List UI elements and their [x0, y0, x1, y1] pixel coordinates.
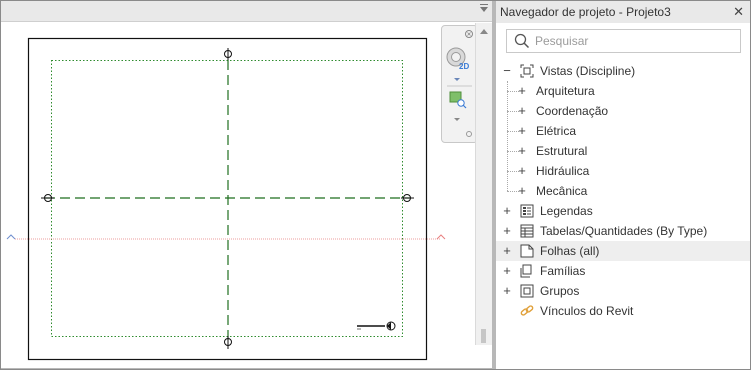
- expand-toggle[interactable]: +: [516, 81, 528, 101]
- sheet-icon: [520, 244, 534, 258]
- legend-icon: [520, 204, 534, 218]
- tree-item-views[interactable]: − Vistas (Discipline): [496, 61, 750, 81]
- tree-item-arquitetura[interactable]: + Arquitetura: [496, 81, 750, 101]
- tree-item-familias[interactable]: + Famílias: [496, 261, 750, 281]
- close-icon[interactable]: ✕: [733, 1, 744, 23]
- tree-item-label: Estrutural: [536, 144, 588, 158]
- schedule-icon: [520, 224, 534, 238]
- expand-toggle[interactable]: +: [516, 101, 528, 121]
- tree-item-label: Vistas (Discipline): [540, 64, 636, 78]
- tree-item-vinculos[interactable]: Vínculos do Revit: [496, 301, 750, 321]
- drawing-canvas[interactable]: 2D: [1, 1, 492, 368]
- level-marker-left-icon: [6, 234, 16, 240]
- families-icon: [520, 264, 532, 278]
- scroll-thumb[interactable]: [481, 329, 486, 343]
- view-menu-arrow-icon[interactable]: [480, 7, 488, 12]
- scroll-up-arrow-icon[interactable]: [480, 29, 488, 34]
- tree-item-label: Famílias: [540, 264, 586, 278]
- tree-item-label: Hidráulica: [536, 164, 590, 178]
- panel-title-bar: Navegador de projeto - Projeto3 ✕: [496, 1, 750, 23]
- tree-item-label: Folhas (all): [540, 244, 600, 258]
- expand-toggle[interactable]: +: [501, 221, 513, 241]
- project-browser: Navegador de projeto - Projeto3 ✕ − Vist…: [496, 1, 750, 369]
- tree-item-coordenacao[interactable]: + Coordenação: [496, 101, 750, 121]
- expand-toggle[interactable]: +: [501, 281, 513, 301]
- tree-item-legendas[interactable]: + Legendas: [496, 201, 750, 221]
- expand-toggle[interactable]: +: [516, 141, 528, 161]
- level-marker-right-icon: [436, 234, 446, 240]
- expand-toggle[interactable]: +: [501, 201, 513, 221]
- search-icon: [514, 33, 530, 49]
- tree-item-grupos[interactable]: + Grupos: [496, 281, 750, 301]
- tree-item-tabelas[interactable]: + Tabelas/Quantidades (By Type): [496, 221, 750, 241]
- tree-item-estrutural[interactable]: + Estrutural: [496, 141, 750, 161]
- tree-item-label: Legendas: [540, 204, 593, 218]
- tree-item-label: Mecânica: [536, 184, 588, 198]
- panel-title: Navegador de projeto - Projeto3: [500, 5, 671, 19]
- tree-item-label: Vínculos do Revit: [540, 304, 634, 318]
- tree-item-hidraulica[interactable]: + Hidráulica: [496, 161, 750, 181]
- expand-toggle[interactable]: +: [501, 241, 513, 261]
- dropdown-arrow-icon: [454, 78, 460, 81]
- navigation-bar[interactable]: 2D: [441, 25, 478, 143]
- tree-item-eletrica[interactable]: + Elétrica: [496, 121, 750, 141]
- zoom-region-icon: [449, 91, 467, 109]
- tree-item-label: Grupos: [540, 284, 580, 298]
- expand-toggle[interactable]: +: [516, 181, 528, 201]
- tree-item-label: Arquitetura: [536, 84, 595, 98]
- badge-2d: 2D: [459, 62, 469, 71]
- groups-icon: [520, 284, 534, 298]
- expand-toggle[interactable]: +: [501, 261, 513, 281]
- tree-item-label: Coordenação: [536, 104, 609, 118]
- navbar-close-icon: [465, 30, 473, 38]
- vertical-scrollbar[interactable]: [475, 23, 492, 345]
- view-drawing[interactable]: [1, 22, 475, 368]
- tree-item-label: Tabelas/Quantidades (By Type): [540, 224, 708, 238]
- link-icon: [520, 305, 534, 316]
- view-menu-line: [480, 4, 488, 5]
- tree-item-folhas[interactable]: + Folhas (all): [496, 241, 750, 261]
- tree-item-mecanica[interactable]: + Mecânica: [496, 181, 750, 201]
- search-field[interactable]: [506, 29, 741, 53]
- zoom-dropdown-arrow-icon: [454, 118, 460, 121]
- collapse-toggle[interactable]: −: [501, 61, 513, 81]
- expand-toggle[interactable]: +: [516, 121, 528, 141]
- view-group-icon: [520, 64, 534, 78]
- search-input[interactable]: [535, 32, 731, 50]
- tree-item-label: Elétrica: [536, 124, 577, 138]
- expand-toggle[interactable]: +: [516, 161, 528, 181]
- navbar-options-icon: [466, 131, 472, 137]
- view-title-bar: [1, 1, 492, 22]
